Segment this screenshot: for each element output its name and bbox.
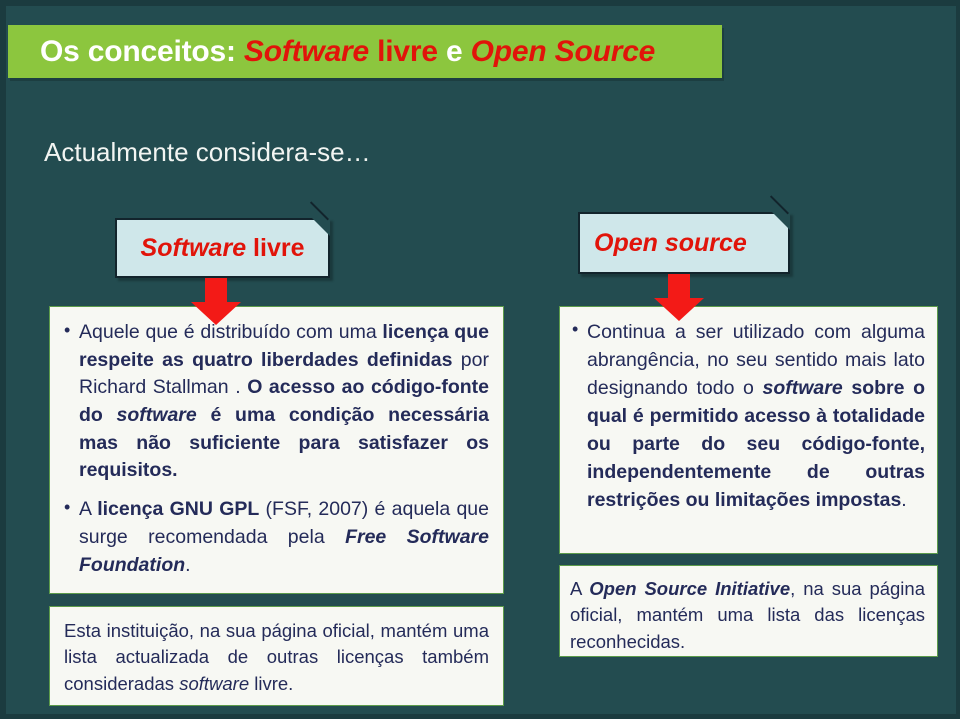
callout-open-source: Open source [578, 195, 790, 274]
title-term-software: Software [243, 34, 370, 68]
callout-right-label: Open source [594, 228, 747, 257]
text-run-bold-italic: software [116, 404, 197, 427]
paragraph: Esta instituição, na sua página oficial,… [64, 618, 489, 697]
text-run-bold: licença GNU GPL [97, 498, 260, 521]
bullet-item: Aquele que é distribuído com uma licença… [62, 318, 489, 485]
callout-software-livre: Software livre [115, 201, 330, 278]
callout-left-rest: livre [246, 233, 305, 262]
text-run-italic: software [179, 672, 250, 694]
text-run: livre. [249, 672, 294, 694]
text-run: A [79, 498, 98, 521]
bullet-item: A licença GNU GPL (FSF, 2007) é aquela q… [62, 495, 489, 579]
title-middle-livre: livre [369, 34, 447, 68]
text-run-bold-italic: software [762, 377, 843, 400]
content-box-right-note: A Open Source Initiative, na sua página … [559, 565, 938, 657]
title-space [463, 35, 471, 68]
text-run-bold-italic: Open Source Initiative [589, 578, 791, 599]
callout-left-term: Software [140, 233, 247, 262]
text-run: . [185, 553, 191, 576]
title-prefix: Os conceitos: [40, 34, 244, 68]
slide-subtitle: Actualmente considera-se… [44, 137, 371, 167]
slide-canvas: Os conceitos: Software livre e Open Sour… [0, 0, 960, 719]
paragraph: A Open Source Initiative, na sua página … [570, 576, 925, 655]
slide-title-bar: Os conceitos: Software livre e Open Sour… [8, 25, 722, 78]
content-box-left-note: Esta instituição, na sua página oficial,… [49, 606, 504, 706]
content-box-software-livre: Aquele que é distribuído com uma licença… [49, 306, 504, 594]
page-title: Os conceitos: Software livre e Open Sour… [8, 34, 656, 68]
title-conjunction: e [446, 34, 463, 68]
down-arrow-icon [654, 274, 704, 321]
content-box-open-source: Continua a ser utilizado com alguma abra… [559, 306, 938, 554]
bullet-item: Continua a ser utilizado com alguma abra… [570, 317, 925, 515]
text-run: . [901, 489, 907, 512]
title-term-open-source: Open Source [470, 34, 656, 68]
callout-left-label: Software livre [141, 234, 305, 263]
down-arrow-icon [191, 278, 241, 325]
text-run: A [570, 578, 590, 599]
